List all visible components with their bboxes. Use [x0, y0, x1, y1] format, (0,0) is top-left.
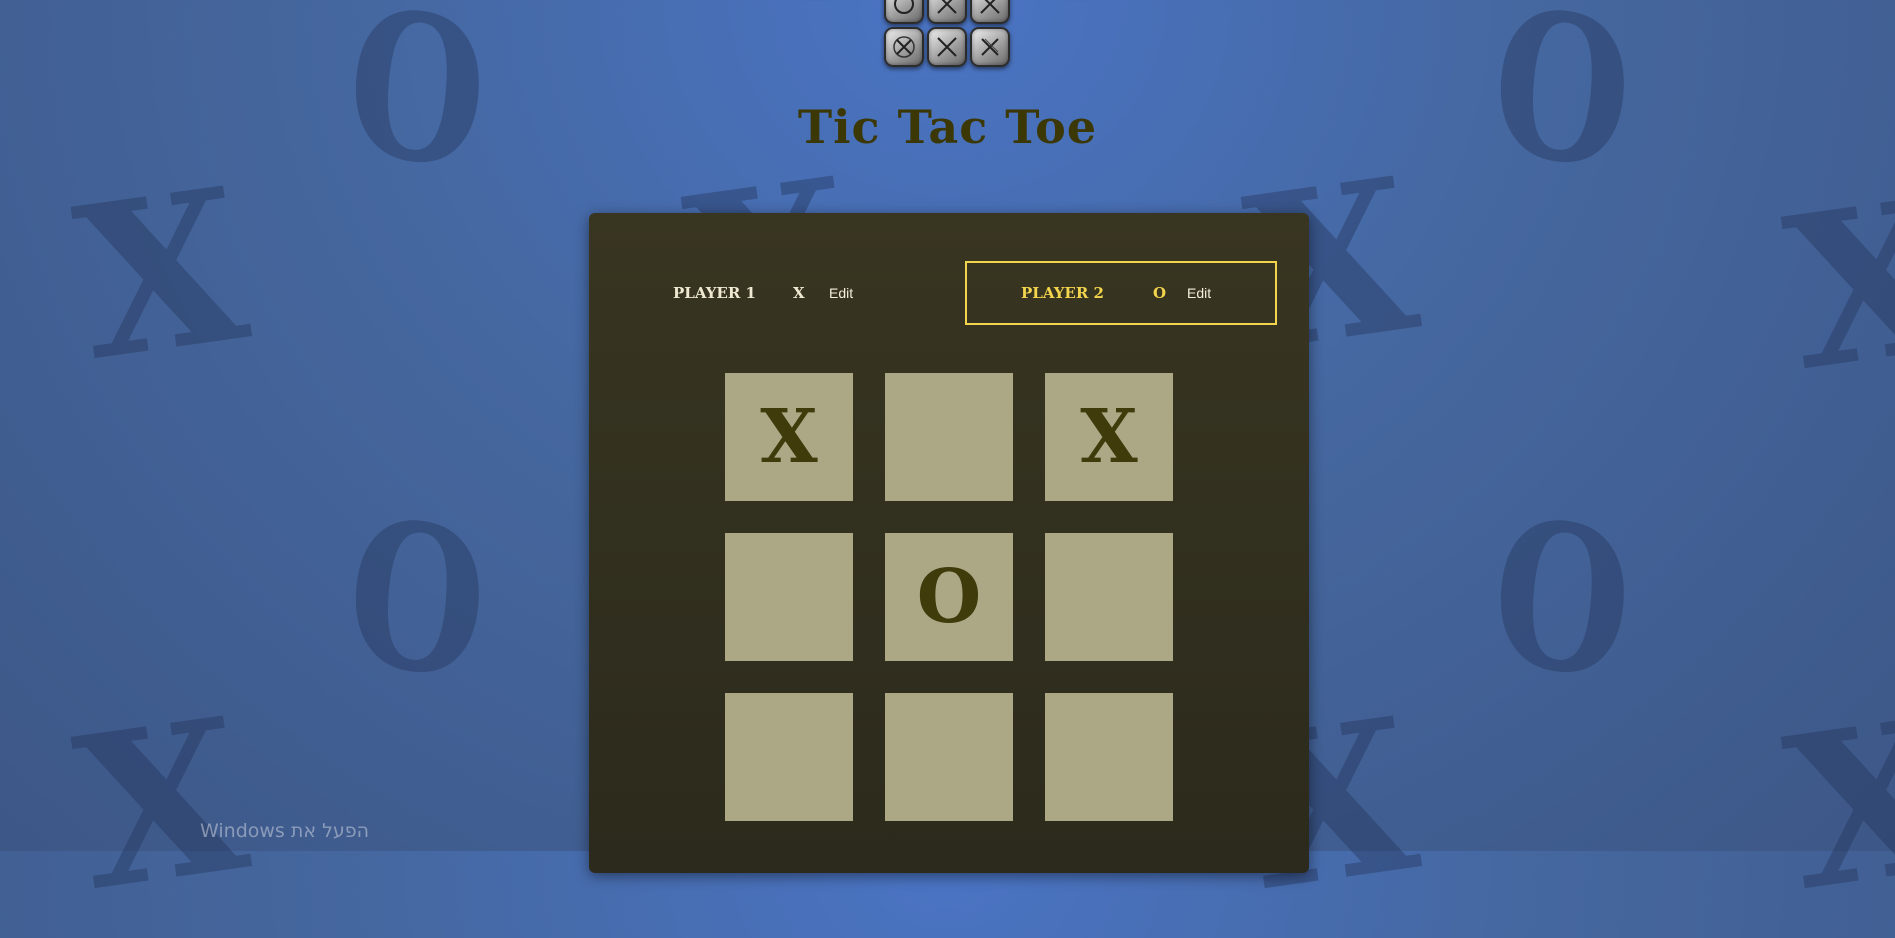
background-x-glyph: X [1773, 670, 1895, 938]
board-cell[interactable] [885, 373, 1013, 501]
logo-tile [884, 0, 924, 24]
x-mark-icon [893, 36, 915, 58]
board-cell[interactable] [725, 693, 853, 821]
page-title: Tic Tac Toe [797, 100, 1098, 154]
board-cell[interactable]: X [1045, 373, 1173, 501]
x-mark-icon [937, 37, 957, 57]
player-2-edit-button[interactable]: Edit [1187, 285, 1211, 301]
game-logo [884, 0, 1014, 72]
x-mark-icon [981, 38, 999, 56]
x-mark-icon [937, 0, 957, 14]
player-1-name: PLAYER 1 [673, 284, 756, 302]
player-2-symbol: O [1153, 284, 1167, 302]
player-1-card: PLAYER 1 X Edit [605, 261, 917, 325]
o-mark-icon [894, 0, 914, 14]
board-cell[interactable] [885, 693, 1013, 821]
game-panel: PLAYER 1 X Edit PLAYER 2 O Edit X X O [589, 213, 1309, 873]
player-1-symbol: X [793, 284, 805, 302]
logo-tile [927, 27, 967, 67]
player-1-edit-button[interactable]: Edit [829, 285, 853, 301]
x-mark-icon [980, 0, 1000, 14]
windows-activation-watermark: הפעל את Windows [200, 820, 370, 842]
background-o-glyph: O [339, 473, 495, 726]
board-cell[interactable] [1045, 693, 1173, 821]
board-cell[interactable]: X [725, 373, 853, 501]
background-x-glyph: X [1773, 150, 1895, 419]
board-cell[interactable] [725, 533, 853, 661]
background-x-glyph: X [63, 140, 260, 409]
logo-tile [884, 27, 924, 67]
player-2-card-active: PLAYER 2 O Edit [965, 261, 1277, 325]
logo-tile [927, 0, 967, 24]
player-2-name: PLAYER 2 [1021, 284, 1104, 302]
game-board: X X O [725, 373, 1173, 821]
logo-tile [970, 0, 1010, 24]
background-o-glyph: O [1484, 473, 1640, 726]
background-x-glyph: X [63, 670, 260, 938]
logo-tile [970, 27, 1010, 67]
board-cell[interactable] [1045, 533, 1173, 661]
board-cell[interactable]: O [885, 533, 1013, 661]
